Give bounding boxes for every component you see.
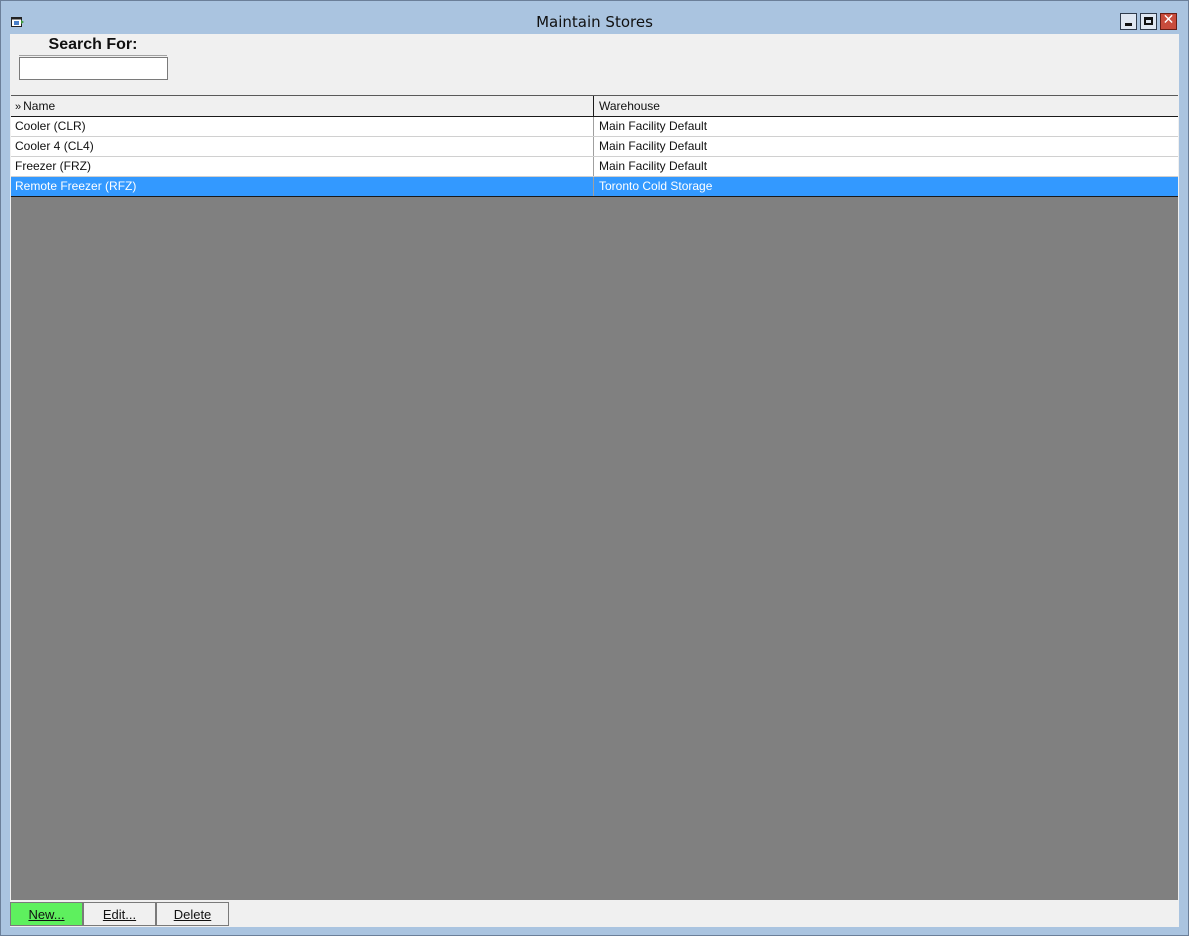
cell-name: Cooler 4 (CL4): [11, 137, 594, 156]
column-header-name[interactable]: » Name: [11, 96, 594, 116]
window-title: Maintain Stores: [536, 13, 653, 31]
close-button[interactable]: ✕: [1160, 12, 1177, 30]
column-header-name-label: Name: [23, 99, 56, 113]
cell-name: Freezer (FRZ): [11, 157, 594, 176]
cell-warehouse: Toronto Cold Storage: [599, 179, 713, 193]
cell-warehouse: Main Facility Default: [599, 159, 708, 173]
minimize-icon: [1125, 23, 1132, 26]
table-row[interactable]: Freezer (FRZ) Main Facility Default: [11, 157, 1178, 177]
edit-button[interactable]: Edit...: [83, 902, 156, 926]
cell-warehouse: Main Facility Default: [599, 139, 708, 153]
maintain-stores-window: Maintain Stores ✕ Search For: » Name Ware…: [0, 0, 1189, 936]
cell-name: Remote Freezer (RFZ): [11, 177, 594, 196]
stores-grid[interactable]: » Name Warehouse Cooler (CLR) Main Facili…: [11, 95, 1178, 900]
maximize-button[interactable]: [1140, 13, 1157, 30]
column-header-warehouse[interactable]: Warehouse: [595, 96, 1178, 116]
cell-warehouse: Main Facility Default: [599, 119, 708, 133]
minimize-button[interactable]: [1120, 13, 1137, 30]
search-label: Search For:: [19, 36, 167, 56]
window-client-area: Search For: » Name Warehouse Cooler (CLR)…: [10, 34, 1179, 927]
table-row-selected[interactable]: Remote Freezer (RFZ) Toronto Cold Storag…: [11, 177, 1178, 197]
delete-button[interactable]: Delete: [156, 902, 229, 926]
sort-indicator-icon: »: [15, 101, 22, 113]
table-row[interactable]: Cooler 4 (CL4) Main Facility Default: [11, 137, 1178, 157]
column-header-warehouse-label: Warehouse: [599, 99, 660, 113]
grid-header: » Name Warehouse: [11, 96, 1178, 117]
table-row[interactable]: Cooler (CLR) Main Facility Default: [11, 117, 1178, 137]
search-input[interactable]: [19, 57, 168, 80]
cell-name: Cooler (CLR): [11, 117, 594, 136]
new-button[interactable]: New...: [10, 902, 83, 926]
title-bar[interactable]: Maintain Stores ✕: [1, 1, 1188, 33]
close-icon: ✕: [1162, 12, 1175, 28]
maximize-icon: [1144, 17, 1153, 25]
